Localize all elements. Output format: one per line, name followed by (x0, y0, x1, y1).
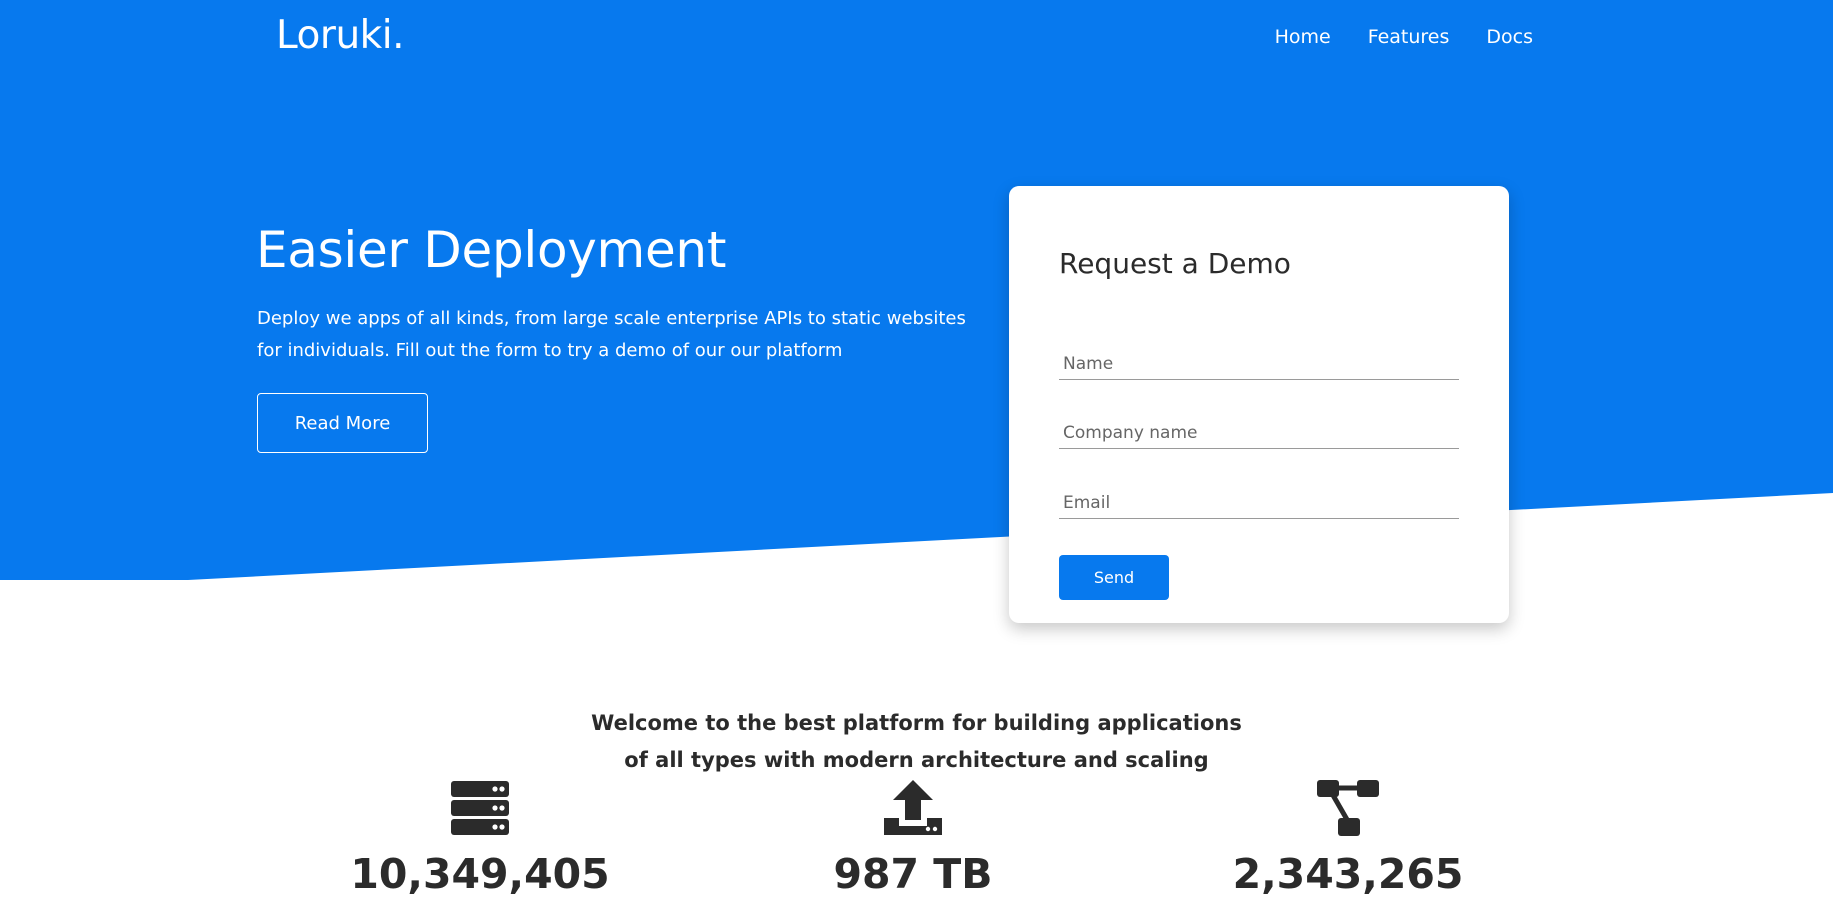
stat-value-servers: 10,349,405 (350, 850, 610, 898)
name-field[interactable] (1059, 348, 1459, 380)
hero-title: Easier Deployment (256, 221, 727, 279)
nav-home[interactable]: Home (1275, 24, 1331, 50)
email-field[interactable] (1059, 487, 1459, 519)
stat-value-storage: 987 TB (833, 850, 993, 898)
hero-description: Deploy we apps of all kinds, from large … (257, 308, 966, 361)
welcome-line-1: Welcome to the best platform for buildin… (591, 711, 1242, 735)
stat-storage: 987 TB (713, 778, 1113, 899)
stat-servers: 10,349,405 (280, 778, 680, 899)
stat-value-projects: 2,343,265 (1232, 850, 1464, 898)
main-nav: Home Features Docs (1275, 24, 1533, 50)
welcome-heading: Welcome to the best platform for buildin… (0, 705, 1833, 779)
upload-icon (884, 780, 942, 835)
nav-features[interactable]: Features (1368, 24, 1450, 50)
welcome-line-2: of all types with modern architecture an… (624, 748, 1209, 772)
nav-docs[interactable]: Docs (1486, 24, 1533, 50)
project-diagram-icon (1317, 780, 1379, 836)
hero-background (0, 0, 1833, 580)
company-name-field[interactable] (1059, 417, 1459, 449)
demo-request-card: Request a Demo Send (1009, 186, 1509, 623)
stat-projects: 2,343,265 (1148, 778, 1548, 899)
send-button[interactable]: Send (1059, 555, 1169, 600)
server-icon (451, 781, 509, 835)
demo-form-title: Request a Demo (1059, 247, 1291, 280)
logo[interactable]: Loruki. (276, 12, 404, 60)
read-more-button[interactable]: Read More (257, 393, 428, 453)
